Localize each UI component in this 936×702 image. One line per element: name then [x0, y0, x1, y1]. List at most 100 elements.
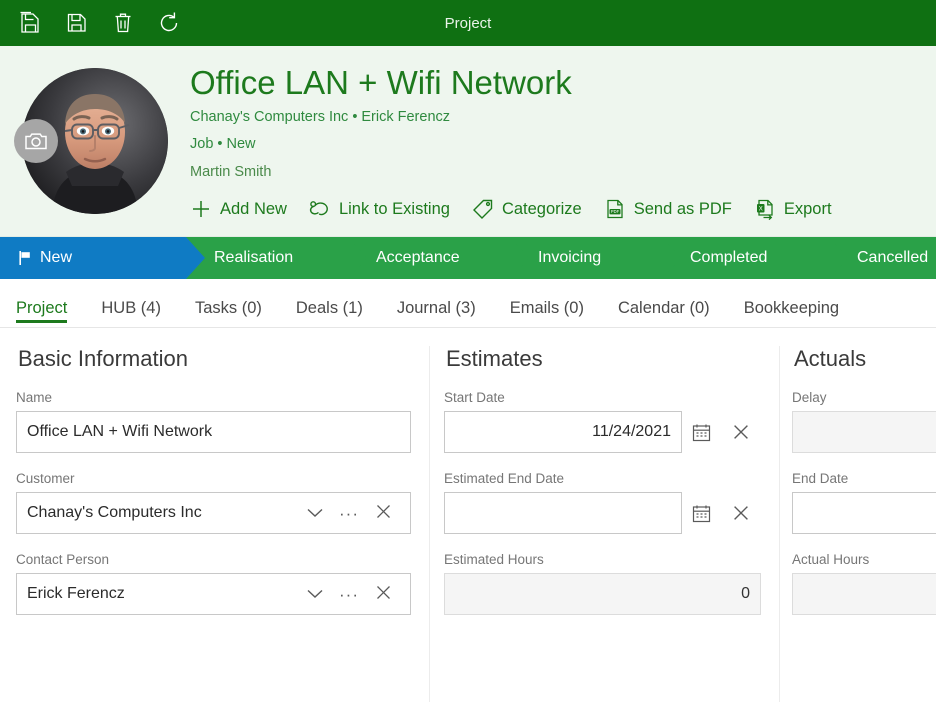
customer-input[interactable]: Chanay's Computers Inc ···: [16, 492, 411, 534]
section-title: Actuals: [794, 346, 936, 372]
tab-journal[interactable]: Journal (3): [397, 300, 497, 328]
start-date-value: 11/24/2021: [592, 423, 671, 441]
stage-label: New: [40, 249, 72, 267]
camera-icon[interactable]: [14, 119, 58, 163]
header-status: New: [226, 136, 255, 152]
contact-person-more-options-icon[interactable]: ···: [332, 573, 366, 615]
pdf-icon: PDF: [604, 198, 626, 220]
header-subline-customer: Chanay's Computers Inc•Erick Ferencz: [190, 106, 936, 129]
project-detail-window: Project: [0, 0, 936, 702]
customer-more-options-icon[interactable]: ···: [332, 492, 366, 534]
header-contact: Erick Ferencz: [361, 109, 450, 125]
tab-hub[interactable]: HUB (4): [101, 300, 182, 328]
add-new-button[interactable]: Add New: [190, 198, 287, 220]
contact-person-value: Erick Ferencz: [27, 585, 125, 603]
start-date-input[interactable]: 11/24/2021: [444, 411, 682, 453]
customer-field: Customer Chanay's Computers Inc ···: [16, 471, 411, 534]
plus-icon: [190, 198, 212, 220]
header-customer: Chanay's Computers Inc: [190, 109, 348, 125]
link-to-existing-button[interactable]: Link to Existing: [309, 199, 450, 219]
stage-bar: New Realisation Acceptance Invoicing Com…: [0, 237, 936, 279]
customer-value: Chanay's Computers Inc: [27, 504, 202, 522]
title-bar: Project: [0, 0, 936, 46]
tag-icon: [472, 198, 494, 220]
tab-deals[interactable]: Deals (1): [296, 300, 384, 328]
header-owner: Martin Smith: [190, 161, 936, 184]
estimated-end-date-field: Estimated End Date: [444, 471, 761, 534]
header-subline-type: Job•New: [190, 133, 936, 156]
delay-input: [792, 411, 936, 453]
avatar-container: [0, 46, 190, 236]
tab-tasks[interactable]: Tasks (0): [195, 300, 283, 328]
svg-text:X: X: [759, 207, 763, 213]
end-date-field: End Date: [792, 471, 936, 534]
stage-cancelled[interactable]: Cancelled: [829, 237, 936, 279]
refresh-icon[interactable]: [156, 10, 182, 36]
contact-person-label: Contact Person: [16, 552, 411, 567]
separator-dot: •: [348, 109, 361, 125]
send-as-pdf-label: Send as PDF: [634, 200, 732, 219]
estimated-end-date-calendar-icon[interactable]: [681, 492, 721, 534]
save-icon[interactable]: [64, 10, 90, 36]
actual-hours-input: [792, 573, 936, 615]
end-date-label: End Date: [792, 471, 936, 486]
tab-calendar[interactable]: Calendar (0): [618, 300, 731, 328]
section-title: Basic Information: [18, 346, 411, 372]
start-date-field: Start Date 11/24/2021: [444, 390, 761, 453]
stage-label: Cancelled: [857, 249, 928, 267]
estimated-end-date-clear-icon[interactable]: [721, 492, 761, 534]
customer-label: Customer: [16, 471, 411, 486]
stage-label: Invoicing: [538, 249, 601, 267]
delay-label: Delay: [792, 390, 936, 405]
customer-clear-icon[interactable]: [366, 492, 400, 534]
customer-dropdown-chevron-down-icon[interactable]: [298, 492, 332, 534]
name-value: Office LAN + Wifi Network: [27, 423, 212, 441]
contact-person-field: Contact Person Erick Ferencz ···: [16, 552, 411, 615]
contact-person-dropdown-chevron-down-icon[interactable]: [298, 573, 332, 615]
project-form: Basic Information Name Office LAN + Wifi…: [0, 328, 936, 702]
header-action-bar: Add New Link to Existing: [190, 198, 936, 220]
categorize-label: Categorize: [502, 200, 582, 219]
tab-project[interactable]: Project: [16, 300, 88, 328]
basic-information-section: Basic Information Name Office LAN + Wifi…: [0, 346, 430, 702]
link-to-existing-label: Link to Existing: [339, 200, 450, 219]
flag-icon: [18, 250, 32, 266]
end-date-input[interactable]: [792, 492, 936, 534]
export-label: Export: [784, 200, 832, 219]
add-new-label: Add New: [220, 200, 287, 219]
tab-emails[interactable]: Emails (0): [510, 300, 605, 328]
header-type: Job: [190, 136, 213, 152]
name-label: Name: [16, 390, 411, 405]
categorize-button[interactable]: Categorize: [472, 198, 582, 220]
stage-label: Realisation: [214, 249, 293, 267]
record-header: Office LAN + Wifi Network Chanay's Compu…: [0, 46, 936, 237]
link-icon: [309, 199, 331, 219]
page-title: Office LAN + Wifi Network: [190, 64, 936, 102]
export-button[interactable]: X Export: [754, 198, 832, 220]
name-field: Name Office LAN + Wifi Network: [16, 390, 411, 453]
estimated-hours-value: 0: [741, 585, 750, 603]
start-date-calendar-icon[interactable]: [681, 411, 721, 453]
contact-person-input[interactable]: Erick Ferencz ···: [16, 573, 411, 615]
tab-bar: Project HUB (4) Tasks (0) Deals (1) Jour…: [0, 279, 936, 328]
svg-text:PDF: PDF: [611, 210, 620, 215]
delete-icon[interactable]: [110, 10, 136, 36]
estimated-hours-input: 0: [444, 573, 761, 615]
estimated-end-date-input[interactable]: [444, 492, 682, 534]
estimated-hours-field: Estimated Hours 0: [444, 552, 761, 615]
start-date-label: Start Date: [444, 390, 761, 405]
tab-bookkeeping[interactable]: Bookkeeping: [744, 300, 860, 328]
stage-label: Completed: [690, 249, 767, 267]
name-input[interactable]: Office LAN + Wifi Network: [16, 411, 411, 453]
title-bar-actions: [0, 10, 182, 36]
estimated-end-date-label: Estimated End Date: [444, 471, 761, 486]
contact-person-clear-icon[interactable]: [366, 573, 400, 615]
start-date-clear-icon[interactable]: [721, 411, 761, 453]
actual-hours-label: Actual Hours: [792, 552, 936, 567]
estimates-section: Estimates Start Date 11/24/2021: [430, 346, 780, 702]
actuals-section: Actuals Delay End Date Actual Ho: [780, 346, 936, 702]
delay-field: Delay: [792, 390, 936, 453]
export-excel-icon: X: [754, 198, 776, 220]
send-as-pdf-button[interactable]: PDF Send as PDF: [604, 198, 732, 220]
save-and-new-icon[interactable]: [18, 10, 44, 36]
